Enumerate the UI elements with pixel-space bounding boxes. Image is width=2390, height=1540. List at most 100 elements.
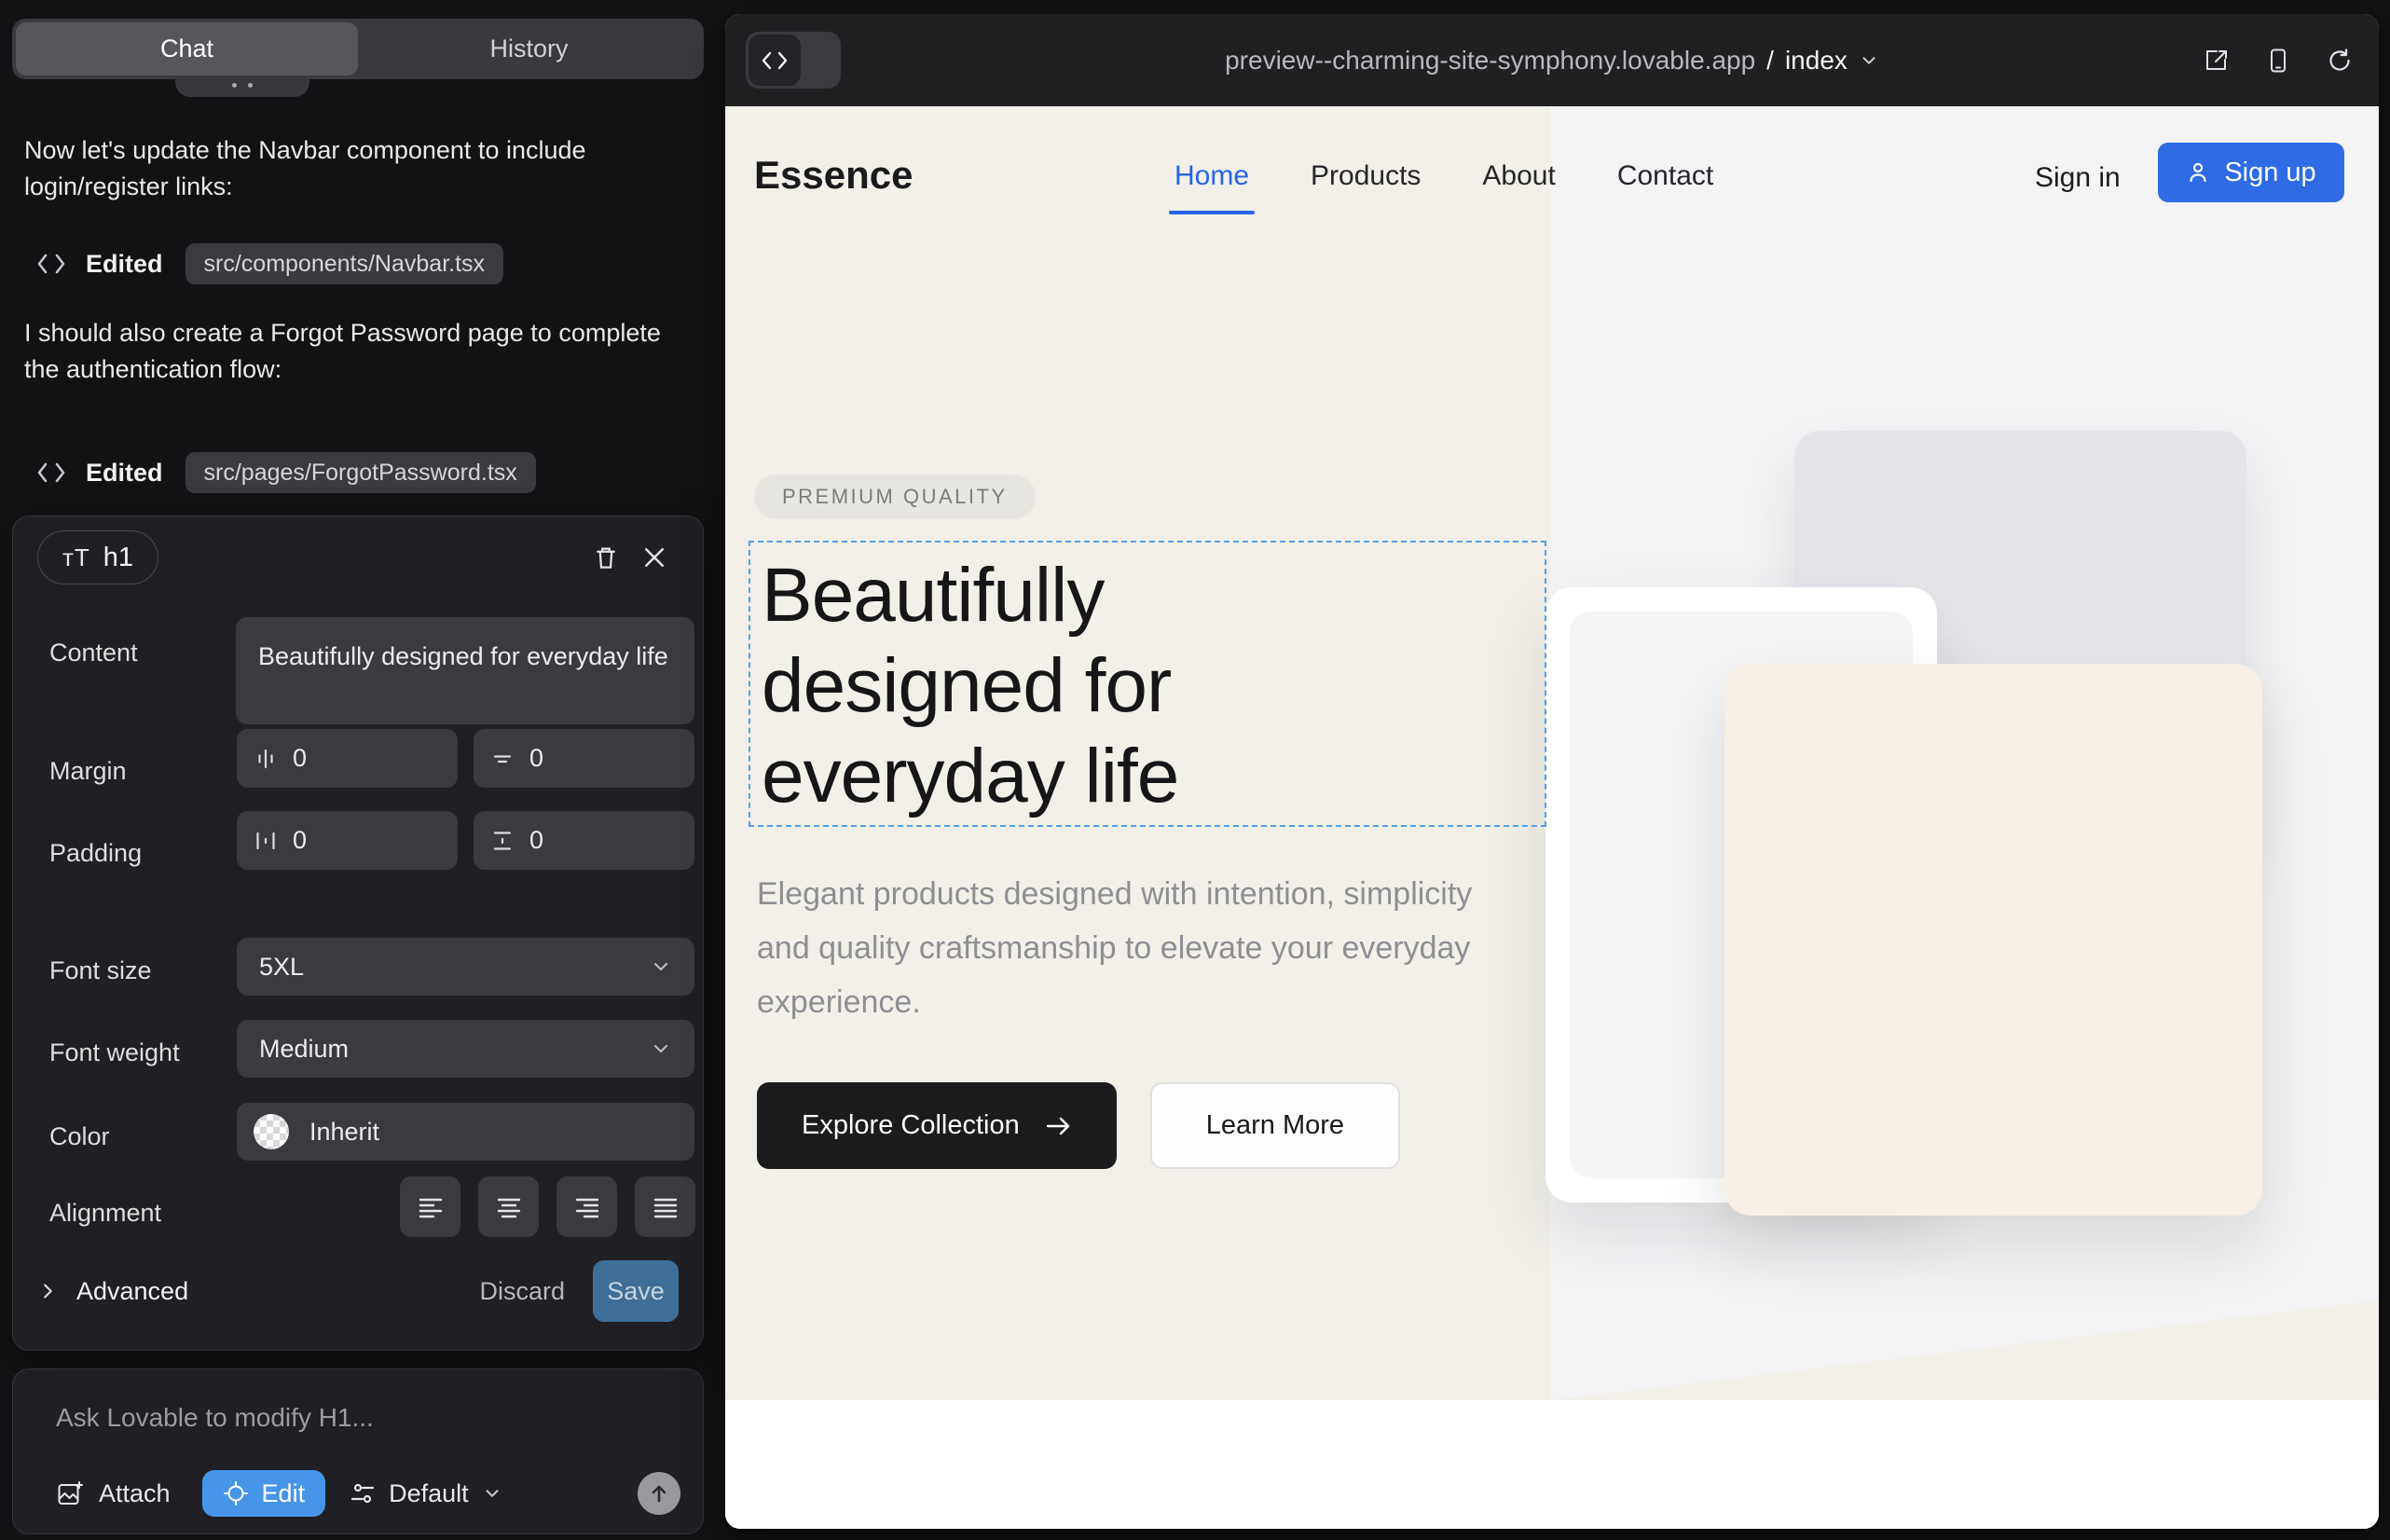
align-center-icon	[495, 1193, 523, 1221]
assistant-message: Now let's update the Navbar component to…	[24, 132, 667, 205]
preview-url[interactable]: preview--charming-site-symphony.lovable.…	[725, 14, 2379, 106]
explore-collection-button[interactable]: Explore Collection	[757, 1082, 1117, 1169]
padding-x-input[interactable]: 0	[237, 811, 458, 870]
align-right-icon	[573, 1193, 601, 1221]
edit-mode-button[interactable]: Edit	[202, 1470, 326, 1517]
send-button[interactable]	[638, 1472, 680, 1515]
chat-composer: Ask Lovable to modify H1... Attach Edit …	[12, 1368, 704, 1534]
align-right-button[interactable]	[556, 1176, 617, 1237]
scrolled-file-chip	[175, 79, 309, 97]
target-icon	[223, 1480, 249, 1506]
padding-y-input[interactable]: 0	[474, 811, 694, 870]
nav-link-products[interactable]: Products	[1311, 160, 1421, 192]
align-left-icon	[417, 1193, 445, 1221]
padding-x-value: 0	[293, 826, 307, 855]
edited-label: Edited	[86, 459, 163, 488]
chat-sidebar: Chat History Now let's update the Navbar…	[0, 0, 722, 1540]
chevron-right-icon	[37, 1281, 58, 1301]
learn-more-button[interactable]: Learn More	[1150, 1082, 1400, 1169]
edited-file-row: Edited src/components/Navbar.tsx	[37, 243, 503, 284]
hero-heading[interactable]: Beautifully designed for everyday life	[762, 550, 1414, 821]
preview-browser-bar: preview--charming-site-symphony.lovable.…	[725, 14, 2379, 106]
font-size-label: Font size	[49, 956, 152, 985]
mobile-view-button[interactable]	[2258, 40, 2299, 81]
color-swatch-transparent	[254, 1114, 289, 1149]
signup-button[interactable]: Sign up	[2158, 143, 2344, 202]
chat-input[interactable]: Ask Lovable to modify H1...	[56, 1403, 660, 1433]
margin-y-input[interactable]: 0	[474, 729, 694, 788]
color-value: Inherit	[309, 1118, 379, 1147]
align-justify-button[interactable]	[635, 1176, 695, 1237]
align-justify-icon	[652, 1193, 680, 1221]
element-tag: h1	[103, 543, 133, 573]
padding-vertical-icon	[490, 829, 515, 853]
hero-cta-row: Explore Collection Learn More	[757, 1082, 1400, 1169]
discard-button[interactable]: Discard	[451, 1277, 593, 1306]
margin-horizontal-icon	[254, 747, 278, 771]
chevron-down-icon	[1859, 50, 1879, 71]
sliders-icon	[350, 1480, 376, 1506]
margin-x-input[interactable]: 0	[237, 729, 458, 788]
code-icon	[37, 461, 65, 484]
preview-window: preview--charming-site-symphony.lovable.…	[725, 14, 2379, 1529]
url-page: index	[1785, 46, 1847, 76]
font-weight-label: Font weight	[49, 1038, 180, 1067]
decorative-card-cream	[1724, 664, 2262, 1216]
alignment-label: Alignment	[49, 1199, 161, 1228]
font-weight-select[interactable]: Medium	[237, 1020, 694, 1078]
nav-link-contact[interactable]: Contact	[1617, 160, 1713, 192]
content-input[interactable]: Beautifully designed for everyday life	[236, 617, 694, 724]
nav-link-home[interactable]: Home	[1174, 160, 1249, 192]
font-size-value: 5XL	[259, 953, 304, 982]
editor-footer: Advanced Discard Save	[37, 1260, 679, 1322]
refresh-button[interactable]	[2319, 40, 2360, 81]
nav-link-about[interactable]: About	[1482, 160, 1555, 192]
edited-file-pill[interactable]: src/components/Navbar.tsx	[185, 243, 504, 284]
tab-chat[interactable]: Chat	[16, 22, 358, 76]
close-icon	[640, 543, 668, 571]
composer-toolbar: Attach Edit Default	[45, 1470, 680, 1517]
tab-history[interactable]: History	[358, 22, 700, 76]
hero-description: Elegant products designed with intention…	[757, 867, 1521, 1029]
advanced-toggle[interactable]: Advanced	[37, 1277, 188, 1306]
edited-file-row: Edited src/pages/ForgotPassword.tsx	[37, 452, 536, 493]
assistant-message: I should also create a Forgot Password p…	[24, 315, 667, 388]
selected-element-pill[interactable]: тT h1	[37, 530, 158, 584]
signup-label: Sign up	[2224, 158, 2315, 188]
margin-label: Margin	[49, 757, 127, 786]
signin-link[interactable]: Sign in	[2035, 162, 2121, 194]
alignment-group	[400, 1176, 695, 1237]
align-center-button[interactable]	[478, 1176, 539, 1237]
close-editor-button[interactable]	[630, 533, 679, 582]
color-label: Color	[49, 1122, 110, 1151]
trash-icon	[592, 543, 620, 571]
chat-history-tabbar: Chat History	[12, 19, 704, 79]
delete-element-button[interactable]	[582, 533, 630, 582]
mode-selector[interactable]: Default	[350, 1479, 502, 1508]
edited-file-pill[interactable]: src/pages/ForgotPassword.tsx	[185, 452, 536, 493]
h1-selection-outline[interactable]: Beautifully designed for everyday life	[749, 541, 1546, 827]
url-domain: preview--charming-site-symphony.lovable.…	[1225, 46, 1755, 76]
attach-label: Attach	[99, 1479, 171, 1508]
app-root: Chat History Now let's update the Navbar…	[0, 0, 2390, 1540]
font-weight-value: Medium	[259, 1035, 349, 1064]
open-in-new-tab-button[interactable]	[2196, 40, 2237, 81]
attach-button[interactable]: Attach	[45, 1479, 182, 1508]
margin-x-value: 0	[293, 744, 307, 773]
padding-horizontal-icon	[254, 829, 278, 853]
margin-vertical-icon	[490, 747, 515, 771]
chevron-down-icon	[482, 1483, 502, 1504]
padding-y-value: 0	[529, 826, 543, 855]
margin-y-value: 0	[529, 744, 543, 773]
editor-header: тT h1	[37, 529, 679, 585]
align-left-button[interactable]	[400, 1176, 460, 1237]
save-button[interactable]: Save	[593, 1260, 679, 1322]
padding-label: Padding	[49, 839, 142, 868]
url-separator: /	[1766, 46, 1774, 76]
mobile-device-icon	[2265, 48, 2291, 74]
site-logo[interactable]: Essence	[754, 153, 913, 198]
font-size-select[interactable]: 5XL	[237, 938, 694, 996]
user-icon	[2186, 160, 2210, 185]
mode-label: Default	[389, 1479, 469, 1508]
color-select[interactable]: Inherit	[237, 1103, 694, 1161]
